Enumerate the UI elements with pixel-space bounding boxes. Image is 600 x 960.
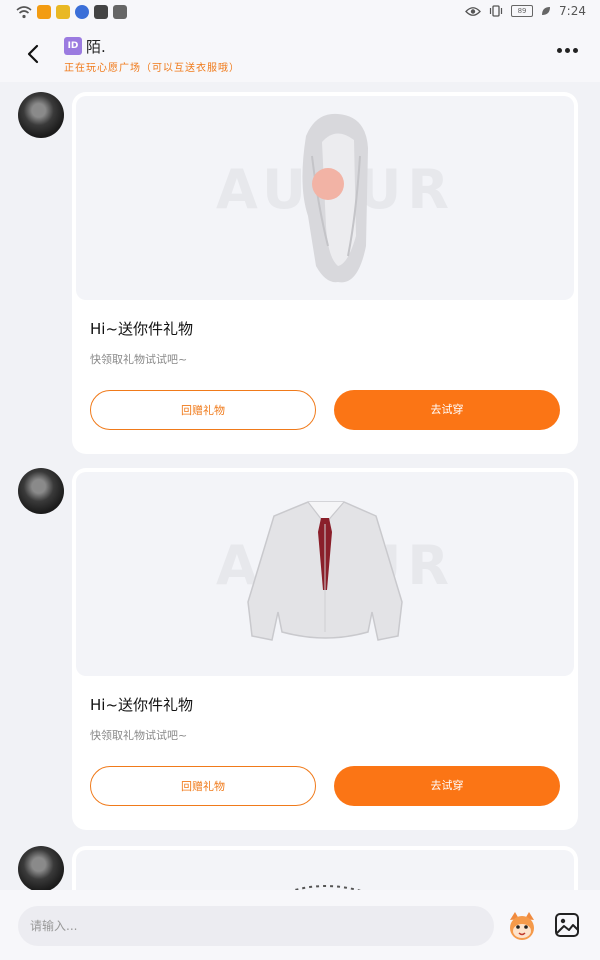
battery-icon: 89: [511, 5, 534, 17]
hair-item-icon: [302, 113, 368, 283]
input-bar: 请输入...: [0, 890, 600, 960]
return-gift-button[interactable]: 回赠礼物: [90, 766, 316, 806]
app-notification-icon: [75, 5, 89, 19]
return-gift-button[interactable]: 回赠礼物: [90, 390, 316, 430]
vibrate-icon: [489, 5, 503, 17]
sender-avatar[interactable]: [18, 468, 64, 514]
message-description: 快领取礼物试试吧~: [90, 353, 188, 366]
contact-status: 正在玩心愿广场（可以互送衣服哦）: [64, 63, 240, 74]
message-input[interactable]: 请输入...: [18, 906, 494, 946]
status-bar: 89 7:24: [0, 0, 600, 28]
gift-message-card: AUPUR Hi~送你件礼物 快领取礼物试试吧~ 回赠礼物 去试穿: [72, 468, 578, 830]
image-picker-icon[interactable]: [554, 912, 580, 938]
eye-icon: [465, 6, 481, 16]
back-arrow-icon[interactable]: [22, 40, 46, 68]
app-notification-icon: [56, 5, 70, 19]
try-on-button[interactable]: 去试穿: [334, 766, 560, 806]
shirt-item-icon: [247, 501, 403, 641]
status-icons-left: [16, 5, 127, 19]
app-notification-icon: [113, 5, 127, 19]
app-notification-icon: [94, 5, 108, 19]
gift-message-card: AUPUR Hi~送你件礼物 快领取礼物试试吧~ 回赠礼物 去试穿: [72, 92, 578, 454]
gift-image[interactable]: AUPUR: [76, 472, 574, 676]
id-badge: ID: [64, 37, 82, 55]
chat-header: ID 陌. 正在玩心愿广场（可以互送衣服哦）: [0, 28, 600, 82]
gift-image[interactable]: AUPUR: [76, 96, 574, 300]
try-on-button[interactable]: 去试穿: [334, 390, 560, 430]
app-notification-icon: [37, 5, 51, 19]
wifi-icon: [16, 5, 32, 18]
emoji-mascot-icon[interactable]: [506, 910, 538, 942]
sender-avatar[interactable]: [18, 92, 64, 138]
status-time: 7:24: [559, 4, 586, 18]
message-description: 快领取礼物试试吧~: [90, 729, 188, 742]
more-options-icon[interactable]: [557, 48, 578, 53]
leaf-icon: [542, 7, 551, 15]
sender-avatar[interactable]: [18, 846, 64, 892]
contact-name[interactable]: 陌.: [86, 36, 106, 57]
message-title: Hi~送你件礼物: [90, 320, 194, 338]
message-title: Hi~送你件礼物: [90, 696, 194, 714]
status-icons-right: 89 7:24: [465, 4, 586, 18]
